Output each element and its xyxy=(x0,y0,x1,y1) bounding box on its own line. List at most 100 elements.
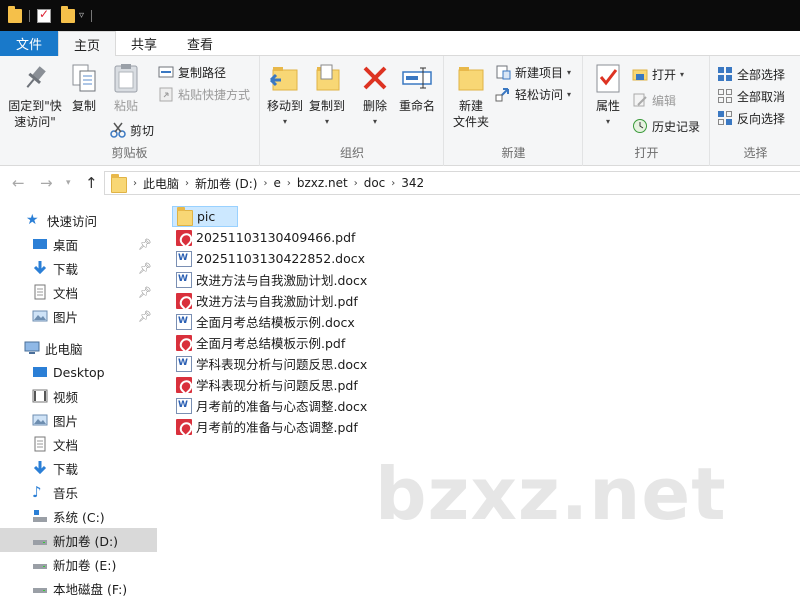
organize-group: 移动到 ▾ 复制到 ▾ 删除 ▾ 重命名 组织 xyxy=(261,56,444,166)
nav-item-drive-f[interactable]: 本地磁盘 (F:) xyxy=(0,576,157,600)
open-icon xyxy=(632,66,648,82)
word-document-icon xyxy=(176,250,192,267)
move-to-button[interactable]: 移动到 ▾ xyxy=(265,62,305,130)
download-arrow-icon xyxy=(32,460,48,476)
nav-item-desktop-pc[interactable]: Desktop xyxy=(0,360,157,384)
list-item[interactable]: 改进方法与自我激励计划.pdf xyxy=(172,290,362,311)
list-item[interactable]: 改进方法与自我激励计划.docx xyxy=(172,269,371,290)
copy-path-button[interactable]: 复制路径 xyxy=(158,62,226,82)
new-folder-button[interactable]: 新建 文件夹 xyxy=(451,62,491,130)
new-folder-icon[interactable] xyxy=(61,5,75,23)
nav-quick-access[interactable]: ★ 快速访问 xyxy=(0,208,157,232)
tab-share[interactable]: 共享 xyxy=(116,31,172,56)
nav-item-drive-d[interactable]: 新加卷 (D:) xyxy=(0,528,157,552)
breadcrumb-drive-d[interactable]: 新加卷 (D:) xyxy=(189,175,263,192)
nav-this-pc[interactable]: 此电脑 xyxy=(0,336,157,360)
file-name: pic xyxy=(197,209,216,224)
select-all-button[interactable]: 全部选择 xyxy=(717,64,785,84)
delete-dropdown-icon: ▾ xyxy=(372,117,377,126)
navigation-bar: ← → ▾ ↑ › 此电脑 › 新加卷 (D:) › e › bzxz.net … xyxy=(0,166,800,200)
paste-button[interactable]: 粘贴 xyxy=(110,62,142,114)
new-item-button[interactable]: 新建项目 ▾ xyxy=(495,62,571,82)
nav-item-documents-pc[interactable]: 文档 xyxy=(0,432,157,456)
pdf-file-icon xyxy=(176,229,192,246)
edit-icon xyxy=(632,92,648,108)
properties-icon[interactable] xyxy=(37,7,51,23)
quick-access-dropdown-icon[interactable]: ▿ xyxy=(79,10,84,21)
invert-selection-label: 反向选择 xyxy=(737,111,786,126)
nav-item-pictures[interactable]: 图片 📌︎ xyxy=(0,304,157,328)
paste-shortcut-button[interactable]: 粘贴快捷方式 xyxy=(158,84,250,104)
navigation-pane: ★ 快速访问 桌面 📌︎ 下载 📌︎ 文档 📌︎ 图片 📌︎ 此电脑 Deskt… xyxy=(0,200,157,600)
history-button[interactable]: 历史记录 xyxy=(632,116,700,136)
list-item[interactable]: 20251103130409466.pdf xyxy=(172,227,359,248)
cut-label: 剪切 xyxy=(130,123,155,138)
tab-file[interactable]: 文件 xyxy=(0,31,59,56)
breadcrumb-doc[interactable]: doc xyxy=(358,176,392,190)
pin-icon[interactable]: 📌︎ xyxy=(138,310,152,323)
folder-icon[interactable] xyxy=(8,5,22,23)
delete-label: 删除 xyxy=(362,99,387,113)
breadcrumb-342[interactable]: 342 xyxy=(395,176,430,190)
list-item[interactable]: 月考前的准备与心态调整.docx xyxy=(172,395,371,416)
tab-home[interactable]: 主页 xyxy=(58,31,117,57)
copy-to-button[interactable]: 复制到 ▾ xyxy=(307,62,347,130)
copy-button[interactable]: 复制 xyxy=(68,62,100,114)
pdf-file-icon xyxy=(176,376,192,393)
delete-button[interactable]: 删除 ▾ xyxy=(359,62,391,130)
list-item[interactable]: 学科表现分析与问题反思.docx xyxy=(172,353,371,374)
cut-button[interactable]: 剪切 xyxy=(110,120,154,140)
pin-icon[interactable]: 📌︎ xyxy=(138,286,152,299)
invert-selection-button[interactable]: 反向选择 xyxy=(717,108,785,128)
nav-item-drive-c[interactable]: 系统 (C:) xyxy=(0,504,157,528)
up-arrow-icon[interactable]: ↑ xyxy=(85,174,98,192)
tab-view[interactable]: 查看 xyxy=(172,31,228,56)
move-to-icon xyxy=(269,62,301,94)
nav-item-desktop[interactable]: 桌面 📌︎ xyxy=(0,232,157,256)
list-item[interactable]: 月考前的准备与心态调整.pdf xyxy=(172,416,362,437)
nav-item-downloads-pc[interactable]: 下载 xyxy=(0,456,157,480)
nav-item-music[interactable]: ♪ 音乐 xyxy=(0,480,157,504)
open-dropdown-icon: ▾ xyxy=(680,69,685,79)
breadcrumb-this-pc[interactable]: 此电脑 xyxy=(137,175,185,192)
breadcrumb-bzxz[interactable]: bzxz.net xyxy=(291,176,354,190)
list-item[interactable]: 全面月考总结模板示例.pdf xyxy=(172,332,349,353)
nav-item-drive-e[interactable]: 新加卷 (E:) xyxy=(0,552,157,576)
list-item[interactable]: 全面月考总结模板示例.docx xyxy=(172,311,359,332)
copy-to-icon xyxy=(311,62,343,94)
pin-icon[interactable]: 📌︎ xyxy=(138,238,152,251)
nav-item-videos[interactable]: 视频 xyxy=(0,384,157,408)
open-button[interactable]: 打开 ▾ xyxy=(632,64,684,84)
new-group: 新建 文件夹 新建项目 ▾ 轻松访问 ▾ 新建 xyxy=(445,56,583,166)
breadcrumb-e[interactable]: e xyxy=(267,176,286,190)
address-bar[interactable]: › 此电脑 › 新加卷 (D:) › e › bzxz.net › doc › … xyxy=(104,171,800,195)
back-arrow-icon[interactable]: ← xyxy=(12,174,25,192)
move-to-label: 移动到 xyxy=(266,99,303,113)
file-name: 学科表现分析与问题反思.pdf xyxy=(196,378,358,393)
nav-item-label: 下载 xyxy=(53,261,79,277)
properties-button[interactable]: 属性 ▾ xyxy=(592,62,624,130)
new-item-label: 新建项目 xyxy=(515,65,564,80)
list-item-folder[interactable]: pic xyxy=(172,206,239,227)
select-none-button[interactable]: 全部取消 xyxy=(717,86,785,106)
properties-icon xyxy=(592,62,624,94)
folder-icon xyxy=(177,207,193,226)
edit-button[interactable]: 编辑 xyxy=(632,90,676,110)
divider xyxy=(29,9,30,22)
nav-item-downloads[interactable]: 下载 📌︎ xyxy=(0,256,157,280)
rename-button[interactable]: 重命名 xyxy=(397,62,437,114)
nav-item-label: 新加卷 (D:) xyxy=(53,533,119,549)
picture-icon xyxy=(32,308,48,324)
nav-quick-access-label: 快速访问 xyxy=(47,213,98,229)
pin-to-quick-access-button[interactable]: 固定到"快 速访问" xyxy=(4,62,66,130)
list-item[interactable]: 20251103130422852.docx xyxy=(172,248,369,269)
forward-arrow-icon[interactable]: → xyxy=(40,174,53,192)
nav-item-documents[interactable]: 文档 📌︎ xyxy=(0,280,157,304)
new-item-dropdown-icon: ▾ xyxy=(567,67,572,77)
recent-locations-icon[interactable]: ▾ xyxy=(66,178,71,188)
easy-access-button[interactable]: 轻松访问 ▾ xyxy=(495,84,571,104)
list-item[interactable]: 学科表现分析与问题反思.pdf xyxy=(172,374,362,395)
pin-icon[interactable]: 📌︎ xyxy=(138,262,152,275)
pin-icon xyxy=(19,62,51,94)
nav-item-pictures-pc[interactable]: 图片 xyxy=(0,408,157,432)
